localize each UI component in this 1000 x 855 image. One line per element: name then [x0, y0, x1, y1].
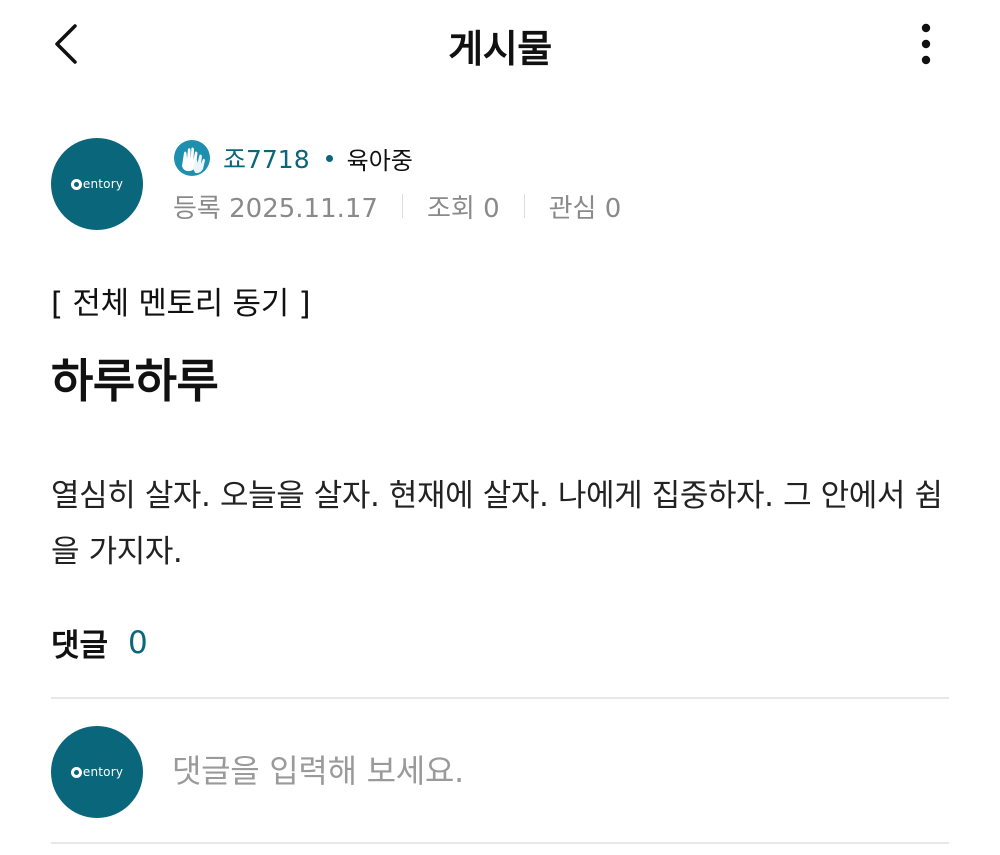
- post-meta: 등록 2025.11.17 조회 0 관심 0: [173, 188, 621, 224]
- interest-count: 관심 0: [548, 193, 622, 224]
- meta-divider: [401, 194, 403, 218]
- meta-divider: [523, 194, 525, 218]
- author-name[interactable]: 죠7718: [223, 140, 310, 176]
- more-vertical-icon: [921, 23, 931, 65]
- separator-dot: [325, 154, 333, 162]
- app-header: 게시물: [0, 0, 1000, 88]
- author-line: 죠7718 육아중: [173, 140, 413, 176]
- divider: [51, 842, 949, 844]
- avatar-logo-text: entory: [82, 177, 124, 191]
- comment-count: 0: [128, 624, 148, 661]
- post-body: 열심히 살자. 오늘을 살자. 현재에 살자. 나에게 집중하자. 그 안에서 …: [51, 478, 943, 570]
- view-count: 조회 0: [426, 193, 500, 224]
- author-avatar[interactable]: entory: [51, 138, 143, 230]
- divider: [51, 697, 949, 699]
- post-title: 하루하루: [51, 354, 219, 408]
- avatar-logo-text: entory: [82, 765, 124, 779]
- mentory-logo-icon: [70, 766, 82, 778]
- comment-input[interactable]: [172, 743, 932, 799]
- comment-header: 댓글 0: [51, 620, 148, 665]
- post-category: [ 전체 멘토리 동기 ]: [51, 286, 311, 322]
- registered-date: 등록 2025.11.17: [173, 193, 378, 224]
- post-detail-page: 게시물 entory 죠7718 육아중 등록 2025.11.17 조회 0 …: [0, 0, 1000, 855]
- commenter-avatar: entory: [51, 726, 143, 818]
- more-options-button[interactable]: [900, 16, 952, 72]
- mentory-logo-icon: [70, 178, 82, 190]
- page-title: 게시물: [448, 27, 552, 71]
- hands-badge-icon: [174, 140, 210, 176]
- author-status: 육아중: [346, 146, 413, 175]
- comment-label: 댓글: [51, 628, 109, 664]
